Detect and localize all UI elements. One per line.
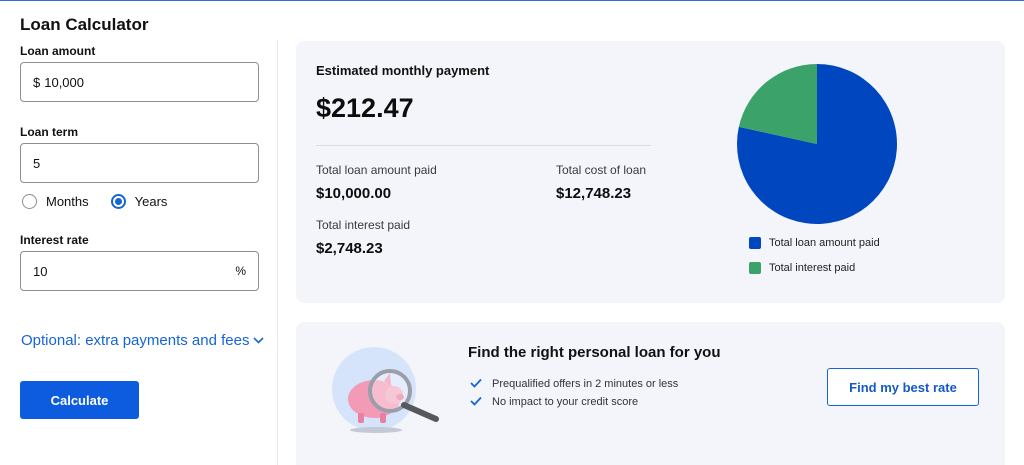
estimated-payment-value: $212.47 — [316, 93, 414, 123]
promo-bullet: Prequalified offers in 2 minutes or less — [470, 377, 678, 391]
months-radio[interactable] — [22, 194, 37, 209]
legend-swatch-interest — [749, 262, 761, 274]
loan-term-label: Loan term — [20, 125, 79, 139]
total-cost-value: $12,748.23 — [556, 185, 632, 202]
piggy-bank-magnifier-icon — [332, 347, 439, 433]
chevron-down-icon — [253, 333, 265, 347]
interest-rate-input[interactable]: 10 % — [20, 251, 259, 291]
promo-bullet: No impact to your credit score — [470, 395, 638, 409]
legend-swatch-loan — [749, 237, 761, 249]
currency-prefix: $ — [33, 74, 41, 90]
promo-card: Find the right personal loan for you Pre… — [296, 322, 1005, 465]
promo-title: Find the right personal loan for you — [468, 344, 721, 361]
loan-term-value: 5 — [33, 155, 41, 171]
legend-item-interest: Total interest paid — [749, 262, 855, 274]
loan-breakdown-pie-chart — [737, 64, 897, 225]
loan-term-input[interactable]: 5 — [20, 143, 259, 183]
promo-bullet-text: No impact to your credit score — [492, 396, 639, 408]
legend-label-loan: Total loan amount paid — [769, 237, 880, 249]
loan-amount-label: Loan amount — [20, 44, 96, 58]
promo-bullet-text: Prequalified offers in 2 minutes or less — [492, 378, 679, 390]
results-card: Estimated monthly payment $212.47 Total … — [296, 41, 1005, 303]
calculate-button[interactable]: Calculate — [20, 381, 139, 419]
find-best-rate-button[interactable]: Find my best rate — [827, 368, 979, 406]
top-accent-rule — [0, 0, 1024, 1]
check-icon — [470, 395, 482, 409]
interest-rate-value: 10 — [33, 263, 48, 279]
legend-item-loan: Total loan amount paid — [749, 237, 880, 249]
results-divider — [316, 145, 651, 146]
total-interest-value: $2,748.23 — [316, 240, 383, 257]
percent-suffix: % — [235, 264, 246, 278]
legend-label-interest: Total interest paid — [769, 262, 856, 274]
months-radio-label[interactable]: Months — [46, 194, 89, 209]
total-cost-label: Total cost of loan — [556, 163, 647, 177]
total-loan-value: $10,000.00 — [316, 185, 392, 202]
estimated-payment-label: Estimated monthly payment — [316, 63, 490, 78]
page-title: Loan Calculator — [20, 15, 149, 34]
term-unit-radio-group: Months Years — [22, 194, 189, 209]
interest-rate-label: Interest rate — [20, 233, 89, 247]
years-radio-label[interactable]: Years — [135, 194, 168, 209]
loan-amount-input[interactable]: $ 10,000 — [20, 62, 259, 102]
optional-extra-payments-toggle[interactable]: Optional: extra payments and fees — [21, 332, 265, 349]
loan-amount-value: 10,000 — [44, 74, 84, 90]
years-radio[interactable] — [110, 194, 126, 209]
total-loan-label: Total loan amount paid — [316, 163, 437, 177]
check-icon — [470, 377, 482, 391]
total-interest-label: Total interest paid — [316, 218, 411, 232]
optional-extra-payments-label: Optional: extra payments and fees — [21, 332, 250, 349]
